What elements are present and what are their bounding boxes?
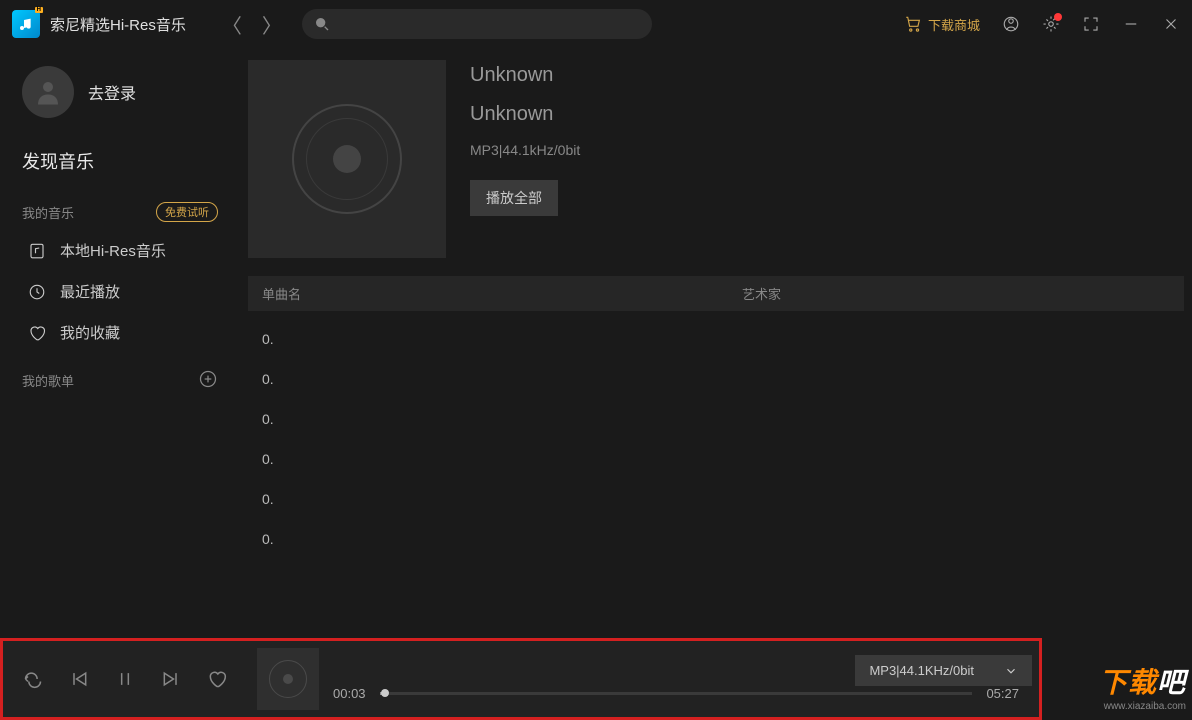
search-icon [314, 16, 330, 32]
album-art [248, 60, 446, 258]
album-title: Unknown [470, 64, 580, 87]
main-area: 去登录 发现音乐 我的音乐 免费试听 本地Hi-Res音乐 最近播放 我的收藏 … [0, 48, 1192, 638]
repeat-button[interactable] [23, 669, 43, 689]
sidebar-item-label: 最近播放 [60, 281, 120, 302]
disc-icon [269, 660, 307, 698]
minimize-button[interactable] [1122, 15, 1140, 33]
my-music-label: 我的音乐 [22, 203, 74, 222]
progress-handle[interactable] [381, 689, 389, 697]
album-artist: Unknown [470, 103, 580, 126]
watermark: 下载吧 www.xiazaiba.com [1099, 661, 1186, 712]
column-title: 单曲名 [262, 284, 742, 303]
app-logo [12, 10, 40, 38]
free-trial-badge[interactable]: 免费试听 [156, 202, 218, 222]
settings-badge [1054, 13, 1062, 21]
sidebar: 去登录 发现音乐 我的音乐 免费试听 本地Hi-Res音乐 最近播放 我的收藏 … [0, 48, 240, 638]
track-row[interactable]: 0. [262, 479, 1170, 519]
sidebar-item-local[interactable]: 本地Hi-Res音乐 [0, 230, 240, 271]
sidebar-item-label: 本地Hi-Res音乐 [60, 240, 166, 261]
next-button[interactable] [161, 669, 181, 689]
elapsed-time: 00:03 [333, 686, 366, 701]
search-input[interactable] [338, 17, 640, 32]
track-row[interactable]: 0. [262, 319, 1170, 359]
play-pause-button[interactable] [115, 669, 135, 689]
progress-section: 00:03 05:27 [333, 686, 1019, 701]
discover-music[interactable]: 发现音乐 [0, 136, 240, 186]
shop-label: 下载商城 [928, 15, 980, 34]
content-area: Unknown Unknown MP3|44.1kHz/0bit 播放全部 单曲… [240, 48, 1192, 638]
disc-icon [292, 104, 402, 214]
history-nav: 〈 〉 [222, 10, 282, 39]
my-music-header: 我的音乐 免费试听 [0, 186, 240, 230]
close-button[interactable] [1162, 15, 1180, 33]
format-label: MP3|44.1KHz/0bit [869, 663, 974, 678]
player-controls [23, 669, 227, 689]
track-row[interactable]: 0. [262, 399, 1170, 439]
app-title: 索尼精选Hi-Res音乐 [50, 14, 186, 35]
track-list: 0. 0. 0. 0. 0. 0. [248, 311, 1184, 567]
album-format: MP3|44.1kHz/0bit [470, 142, 580, 158]
titlebar: 索尼精选Hi-Res音乐 〈 〉 下载商城 [0, 0, 1192, 48]
search-box[interactable] [302, 9, 652, 39]
back-button[interactable]: 〈 [222, 10, 242, 39]
chevron-down-icon [1004, 664, 1018, 678]
prev-button[interactable] [69, 669, 89, 689]
fullscreen-button[interactable] [1082, 15, 1100, 33]
forward-button[interactable]: 〉 [262, 10, 282, 39]
login-section: 去登录 [0, 60, 240, 136]
music-file-icon [28, 242, 46, 260]
playlist-label: 我的歌单 [22, 371, 74, 390]
add-playlist-button[interactable] [198, 369, 218, 392]
like-button[interactable] [207, 669, 227, 689]
shop-link[interactable]: 下载商城 [904, 15, 980, 34]
column-artist: 艺术家 [742, 284, 1170, 303]
heart-icon [28, 324, 46, 342]
play-all-button[interactable]: 播放全部 [470, 180, 558, 216]
album-header: Unknown Unknown MP3|44.1kHz/0bit 播放全部 [248, 60, 1184, 276]
playlist-header: 我的歌单 [0, 353, 240, 400]
now-playing-art[interactable] [257, 648, 319, 710]
login-button[interactable]: 去登录 [88, 80, 136, 104]
total-time: 05:27 [986, 686, 1019, 701]
progress-bar[interactable] [380, 692, 973, 695]
clock-icon [28, 283, 46, 301]
sidebar-item-label: 我的收藏 [60, 322, 120, 343]
album-info: Unknown Unknown MP3|44.1kHz/0bit 播放全部 [470, 60, 580, 258]
track-row[interactable]: 0. [262, 359, 1170, 399]
track-table-header: 单曲名 艺术家 [248, 276, 1184, 311]
notifications-button[interactable] [1002, 15, 1020, 33]
sidebar-item-favorites[interactable]: 我的收藏 [0, 312, 240, 353]
settings-button[interactable] [1042, 15, 1060, 33]
sidebar-item-recent[interactable]: 最近播放 [0, 271, 240, 312]
track-row[interactable]: 0. [262, 439, 1170, 479]
format-selector[interactable]: MP3|44.1KHz/0bit [855, 655, 1032, 686]
track-row[interactable]: 0. [262, 519, 1170, 559]
avatar[interactable] [22, 66, 74, 118]
